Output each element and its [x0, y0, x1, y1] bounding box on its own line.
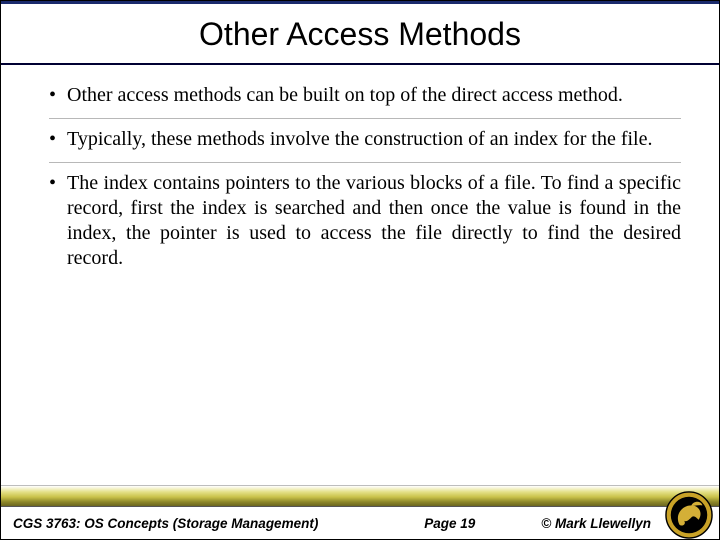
slide-title: Other Access Methods: [1, 16, 719, 53]
footer-page: Page 19: [318, 516, 541, 531]
bullet-icon: •: [49, 83, 67, 108]
footer: CGS 3763: OS Concepts (Storage Managemen…: [1, 485, 719, 539]
slide: Other Access Methods • Other access meth…: [0, 0, 720, 540]
title-wrap: Other Access Methods: [1, 4, 719, 63]
ucf-pegasus-icon: [665, 491, 713, 539]
content-area: • Other access methods can be built on t…: [1, 65, 719, 539]
bullet-item: • The index contains pointers to the var…: [49, 163, 681, 281]
footer-bar: CGS 3763: OS Concepts (Storage Managemen…: [1, 507, 719, 539]
bullet-text: Other access methods can be built on top…: [67, 83, 681, 108]
bullet-item: • Other access methods can be built on t…: [49, 75, 681, 119]
bullet-item: • Typically, these methods involve the c…: [49, 119, 681, 163]
footer-gradient: [1, 485, 719, 507]
bullet-text: The index contains pointers to the vario…: [67, 171, 681, 271]
bullet-icon: •: [49, 171, 67, 196]
bullet-icon: •: [49, 127, 67, 152]
footer-course: CGS 3763: OS Concepts (Storage Managemen…: [13, 516, 318, 531]
bullet-text: Typically, these methods involve the con…: [67, 127, 681, 152]
